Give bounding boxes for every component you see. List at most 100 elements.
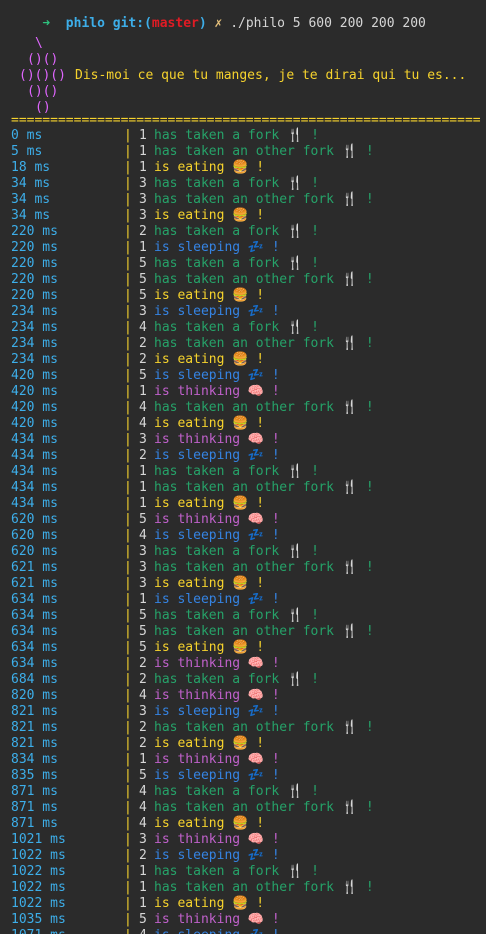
log-timestamp: 420 ms bbox=[11, 384, 58, 399]
log-message: is eating 🍔 ! bbox=[154, 288, 265, 303]
log-message: has taken an other fork 🍴 ! bbox=[154, 480, 374, 495]
log-philosopher-id: 1 bbox=[139, 480, 147, 495]
prompt-dirty-icon: ✗ bbox=[214, 16, 223, 31]
log-message: has taken a fork 🍴 ! bbox=[154, 176, 319, 191]
terminal-window[interactable]: ➜ philo git:(master) ✗ ./philo 5 600 200… bbox=[0, 0, 486, 934]
log-message: has taken an other fork 🍴 ! bbox=[154, 880, 374, 895]
log-message: has taken a fork 🍴 ! bbox=[154, 256, 319, 271]
log-message: has taken an other fork 🍴 ! bbox=[154, 624, 374, 639]
log-message: is eating 🍔 ! bbox=[154, 160, 265, 175]
log-message: is thinking 🧠 ! bbox=[154, 384, 280, 399]
log-message: is thinking 🧠 ! bbox=[154, 688, 280, 703]
log-philosopher-id: 1 bbox=[139, 160, 147, 175]
log-message: has taken a fork 🍴 ! bbox=[154, 544, 319, 559]
log-timestamp: 420 ms bbox=[11, 416, 58, 431]
log-timestamp: 1022 ms bbox=[11, 848, 66, 863]
log-philosopher-id: 5 bbox=[139, 512, 147, 527]
log-message: is thinking 🧠 ! bbox=[154, 752, 280, 767]
log-message: is thinking 🧠 ! bbox=[154, 832, 280, 847]
prompt-branch: master bbox=[151, 16, 199, 31]
log-timestamp: 234 ms bbox=[11, 352, 58, 367]
log-separator: | bbox=[124, 176, 132, 191]
log-message: is sleeping 💤 ! bbox=[154, 240, 280, 255]
log-separator: | bbox=[124, 384, 132, 399]
log-separator: | bbox=[124, 560, 132, 575]
log-separator: | bbox=[124, 576, 132, 591]
banner-quote: Dis-moi ce que tu manges, je te dirai qu… bbox=[75, 68, 467, 83]
separator-line: ========================================… bbox=[11, 113, 481, 128]
log-separator: | bbox=[124, 240, 132, 255]
log-philosopher-id: 5 bbox=[139, 624, 147, 639]
log-philosopher-id: 5 bbox=[139, 912, 147, 927]
log-message: has taken an other fork 🍴 ! bbox=[154, 336, 374, 351]
log-message: has taken an other fork 🍴 ! bbox=[154, 272, 374, 287]
log-timestamp: 234 ms bbox=[11, 320, 58, 335]
log-timestamp: 871 ms bbox=[11, 816, 58, 831]
log-philosopher-id: 5 bbox=[139, 256, 147, 271]
log-timestamp: 220 ms bbox=[11, 288, 58, 303]
log-philosopher-id: 2 bbox=[139, 672, 147, 687]
log-separator: | bbox=[124, 272, 132, 287]
ascii-art-line: ()() bbox=[27, 52, 59, 67]
log-separator: | bbox=[124, 736, 132, 751]
log-message: is thinking 🧠 ! bbox=[154, 432, 280, 447]
log-philosopher-id: 1 bbox=[139, 128, 147, 143]
prompt-git-label: git:( bbox=[112, 16, 152, 31]
log-separator: | bbox=[124, 912, 132, 927]
log-timestamp: 871 ms bbox=[11, 800, 58, 815]
log-timestamp: 34 ms bbox=[11, 192, 51, 207]
log-timestamp: 634 ms bbox=[11, 656, 58, 671]
log-message: has taken an other fork 🍴 ! bbox=[154, 560, 374, 575]
ascii-art-line: ()() bbox=[27, 84, 59, 99]
log-philosopher-id: 2 bbox=[139, 448, 147, 463]
log-message: has taken a fork 🍴 ! bbox=[154, 672, 319, 687]
log-separator: | bbox=[124, 688, 132, 703]
log-timestamp: 871 ms bbox=[11, 784, 58, 799]
log-separator: | bbox=[124, 832, 132, 847]
log-philosopher-id: 2 bbox=[139, 736, 147, 751]
prompt-arrow-icon: ➜ bbox=[42, 16, 51, 31]
log-philosopher-id: 3 bbox=[139, 576, 147, 591]
log-separator: | bbox=[124, 304, 132, 319]
log-message: is sleeping 💤 ! bbox=[154, 448, 280, 463]
log-philosopher-id: 4 bbox=[139, 688, 147, 703]
log-timestamp: 1022 ms bbox=[11, 864, 66, 879]
log-separator: | bbox=[124, 656, 132, 671]
log-message: has taken an other fork 🍴 ! bbox=[154, 800, 374, 815]
log-separator: | bbox=[124, 352, 132, 367]
log-timestamp: 234 ms bbox=[11, 304, 58, 319]
log-separator: | bbox=[124, 208, 132, 223]
log-philosopher-id: 4 bbox=[139, 928, 147, 934]
log-timestamp: 420 ms bbox=[11, 368, 58, 383]
log-philosopher-id: 1 bbox=[139, 896, 147, 911]
log-timestamp: 620 ms bbox=[11, 512, 58, 527]
log-message: is sleeping 💤 ! bbox=[154, 304, 280, 319]
log-timestamp: 0 ms bbox=[11, 128, 43, 143]
log-separator: | bbox=[124, 896, 132, 911]
log-message: has taken a fork 🍴 ! bbox=[154, 224, 319, 239]
log-separator: | bbox=[124, 432, 132, 447]
log-message: has taken an other fork 🍴 ! bbox=[154, 144, 374, 159]
log-message: has taken an other fork 🍴 ! bbox=[154, 192, 374, 207]
log-timestamp: 34 ms bbox=[11, 176, 51, 191]
log-philosopher-id: 1 bbox=[139, 464, 147, 479]
log-timestamp: 634 ms bbox=[11, 608, 58, 623]
log-timestamp: 821 ms bbox=[11, 736, 58, 751]
log-philosopher-id: 5 bbox=[139, 272, 147, 287]
log-separator: | bbox=[124, 592, 132, 607]
log-separator: | bbox=[124, 784, 132, 799]
log-timestamp: 1021 ms bbox=[11, 832, 66, 847]
log-philosopher-id: 5 bbox=[139, 640, 147, 655]
log-philosopher-id: 1 bbox=[139, 592, 147, 607]
prompt-line: ➜ philo git:(master) ✗ ./philo 5 600 200… bbox=[11, 0, 426, 31]
log-timestamp: 434 ms bbox=[11, 448, 58, 463]
log-philosopher-id: 4 bbox=[139, 800, 147, 815]
log-separator: | bbox=[124, 224, 132, 239]
log-timestamp: 5 ms bbox=[11, 144, 43, 159]
log-timestamp: 434 ms bbox=[11, 432, 58, 447]
log-philosopher-id: 3 bbox=[139, 176, 147, 191]
log-separator: | bbox=[124, 160, 132, 175]
log-message: is eating 🍔 ! bbox=[154, 576, 265, 591]
log-separator: | bbox=[124, 480, 132, 495]
log-philosopher-id: 4 bbox=[139, 528, 147, 543]
